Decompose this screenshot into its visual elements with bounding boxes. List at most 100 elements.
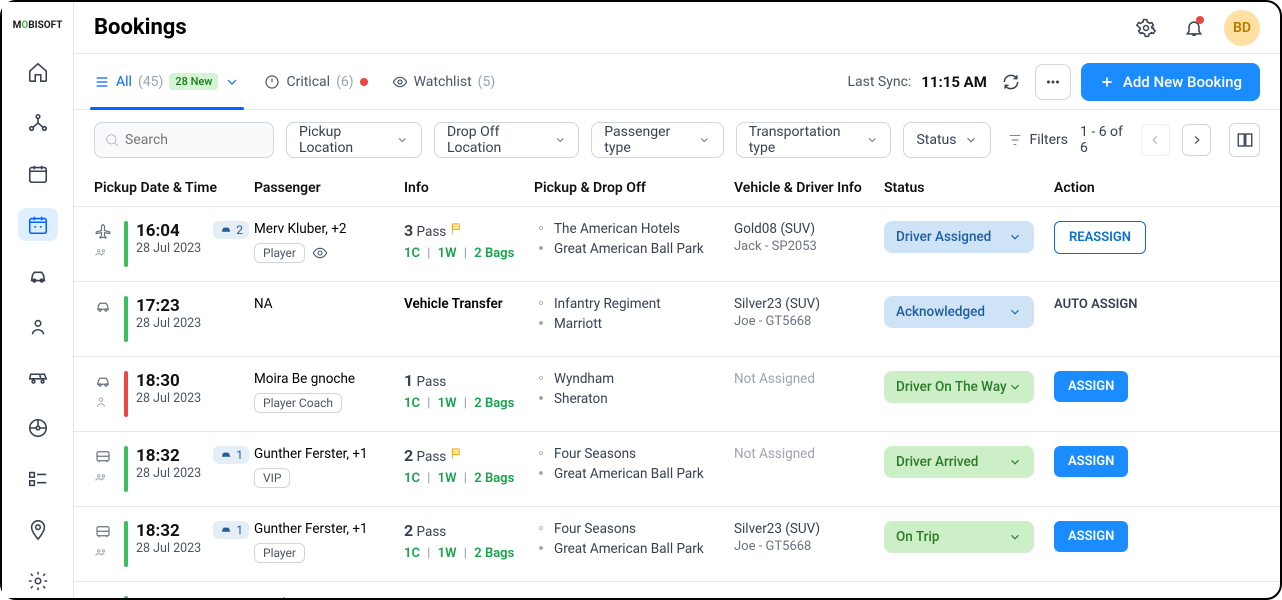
- notifications-bell-icon[interactable]: [1176, 10, 1212, 46]
- action-button[interactable]: ASSIGN: [1054, 371, 1128, 402]
- flag-icon: [450, 224, 464, 240]
- vehicle-name: Gold08 (SUV): [734, 221, 884, 237]
- table-row[interactable]: 16:0428 Jul 2023 2 Merv Kluber, +2 Playe…: [74, 207, 1280, 282]
- role-tag: Player Coach: [254, 393, 342, 413]
- status-bar: [124, 371, 128, 417]
- columns-toggle-button[interactable]: [1229, 123, 1260, 157]
- status-bar: [124, 521, 128, 567]
- tabbar: All (45) 28 New Critical (6) Watchlist (…: [74, 54, 1280, 110]
- action-button[interactable]: ASSIGN: [1054, 446, 1128, 477]
- pickup-date: 28 Jul 2023: [136, 391, 201, 406]
- pickup-date: 28 Jul 2023: [136, 241, 201, 256]
- col-status: Status: [884, 180, 1054, 196]
- more-menu-button[interactable]: [1035, 64, 1071, 100]
- pass-count: 2 Pass: [404, 521, 534, 540]
- role-tag: Player: [254, 243, 305, 263]
- action-button[interactable]: ASSIGN: [1054, 521, 1128, 552]
- status-bar: [124, 446, 128, 492]
- status-bar: [124, 221, 128, 267]
- vehicle-name: Silver23 (SUV): [734, 521, 884, 537]
- nav-steering-icon[interactable]: [18, 412, 58, 445]
- search-icon: [104, 132, 120, 148]
- refresh-icon[interactable]: [997, 68, 1025, 96]
- pickup-time: 18:32: [136, 521, 201, 541]
- prev-page-button[interactable]: [1141, 124, 1170, 156]
- pickup-location: Wyndham: [534, 371, 734, 387]
- table-row[interactable]: 18:3028 Jul 2023 Moira Be gnoche Player …: [74, 357, 1280, 432]
- dropoff-location: Great American Ball Park: [534, 541, 734, 557]
- tab-watchlist[interactable]: Watchlist (5): [392, 54, 496, 109]
- filter-passenger-type[interactable]: Passenger type: [591, 122, 724, 158]
- filterbar: Pickup Location Drop Off Location Passen…: [74, 110, 1280, 170]
- nav-person-icon[interactable]: [18, 310, 58, 343]
- driver-name: Jack - SP2053: [734, 239, 884, 254]
- tab-critical[interactable]: Critical (6): [264, 54, 367, 109]
- nav-settings-icon[interactable]: [18, 565, 58, 598]
- driver-name: Joe - GT5668: [734, 539, 884, 554]
- user-avatar[interactable]: BD: [1224, 10, 1260, 46]
- luggage-detail: 1C | 1W | 2 Bags: [404, 246, 534, 261]
- settings-gear-icon[interactable]: [1128, 10, 1164, 46]
- watch-icon[interactable]: [312, 245, 328, 261]
- nav-list-icon[interactable]: [18, 463, 58, 496]
- dropoff-location: Sheraton: [534, 391, 734, 407]
- table-body: 16:0428 Jul 2023 2 Merv Kluber, +2 Playe…: [74, 207, 1280, 598]
- vehicle-not-assigned: Not Assigned: [734, 371, 884, 387]
- pagination-range: 1 - 6 of 6: [1080, 124, 1129, 156]
- table-row[interactable]: 18:3228 Jul 2023 1 Gunther Ferster, +1 P…: [74, 507, 1280, 582]
- tab-all[interactable]: All (45) 28 New: [94, 54, 240, 109]
- vehicle-name: Silver23 (SUV): [734, 296, 884, 312]
- pickup-time: 18:30: [136, 371, 201, 391]
- search-input[interactable]: [94, 122, 274, 158]
- table-row[interactable]: 18:3228 Jul 2023 1 Gunther Ferster, +1 V…: [74, 432, 1280, 507]
- status-dropdown[interactable]: Driver Arrived: [884, 446, 1034, 478]
- pass-count: 2 Pass: [404, 446, 534, 465]
- filter-pickup-location[interactable]: Pickup Location: [286, 122, 422, 158]
- nav-car-icon[interactable]: [18, 259, 58, 292]
- trip-type-icon: [94, 448, 112, 466]
- nav-bookings-icon[interactable]: [18, 208, 58, 241]
- vehicle-not-assigned: Not Assigned: [734, 446, 884, 462]
- status-dropdown[interactable]: Driver Assigned: [884, 221, 1034, 253]
- page-title: Bookings: [94, 15, 187, 40]
- nav-location-icon[interactable]: [18, 514, 58, 547]
- status-dropdown[interactable]: Acknowledged: [884, 296, 1034, 328]
- action-button[interactable]: REASSIGN: [1054, 221, 1146, 254]
- group-icon: [94, 395, 108, 409]
- sidebar: MOBISOFT: [2, 2, 74, 598]
- nav-org-icon[interactable]: [18, 106, 58, 139]
- pax-badge: 2: [213, 221, 249, 239]
- nav-home-icon[interactable]: [18, 55, 58, 88]
- add-new-booking-button[interactable]: Add New Booking: [1081, 63, 1260, 101]
- role-tag: Player: [254, 543, 305, 563]
- filter-status[interactable]: Status: [903, 122, 991, 158]
- filters-button[interactable]: Filters: [1007, 132, 1068, 148]
- filter-dropoff-location[interactable]: Drop Off Location: [434, 122, 579, 158]
- tab-critical-count: (6): [336, 74, 354, 90]
- passenger-name: Gunther Ferster, +1: [254, 446, 404, 462]
- group-icon: [94, 470, 108, 484]
- table-row[interactable]: 17:2328 Jul 2023 NA Vehicle Transfer Inf…: [74, 282, 1280, 357]
- chevron-down-icon: [224, 74, 240, 90]
- table-row[interactable]: 18:32 Gunther Ferster, +1 2 Pass Four Se…: [74, 582, 1280, 598]
- luggage-detail: 1C | 1W | 2 Bags: [404, 546, 534, 561]
- last-sync-label: Last Sync:: [847, 74, 911, 90]
- next-page-button[interactable]: [1182, 124, 1211, 156]
- nav-fleet-icon[interactable]: [18, 361, 58, 394]
- status-dropdown[interactable]: On Trip: [884, 521, 1034, 553]
- nav-calendar-icon[interactable]: [18, 157, 58, 190]
- trip-type-icon: [94, 223, 112, 241]
- tab-all-label: All: [116, 74, 132, 90]
- passenger-name: Merv Kluber, +2: [254, 221, 404, 237]
- pickup-date: 28 Jul 2023: [136, 316, 201, 331]
- tab-watchlist-label: Watchlist: [414, 74, 472, 90]
- driver-name: Joe - GT5668: [734, 314, 884, 329]
- col-vehicle: Vehicle & Driver Info: [734, 180, 884, 196]
- pickup-location: Four Seasons: [534, 596, 734, 598]
- status-dropdown[interactable]: Driver On The Way: [884, 371, 1034, 403]
- pass-count: 1 Pass: [404, 371, 534, 390]
- table-header: Pickup Date & Time Passenger Info Pickup…: [74, 170, 1280, 207]
- passenger-name: Gunther Ferster, +1: [254, 521, 404, 537]
- passenger-name: NA: [254, 296, 404, 312]
- filter-transportation-type[interactable]: Transportation type: [736, 122, 892, 158]
